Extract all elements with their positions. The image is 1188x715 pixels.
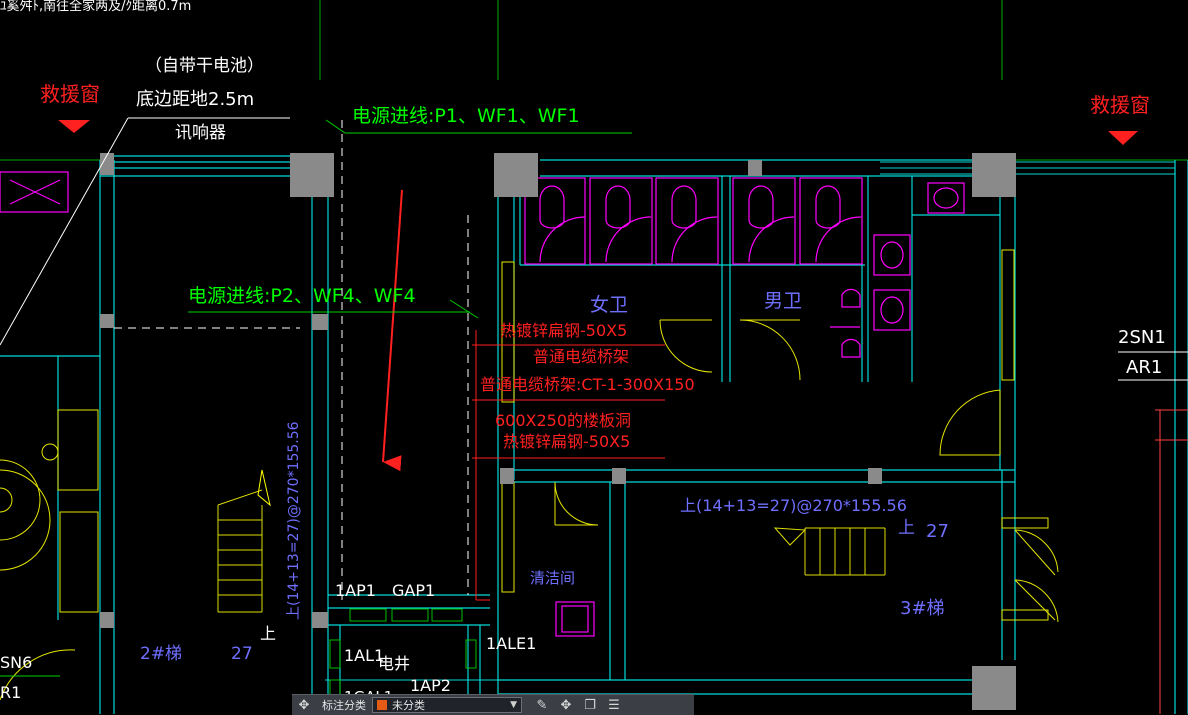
category-selected-value: 未分类 (392, 699, 425, 712)
window-bands (325, 161, 1175, 681)
power-line-1-text: 电源进线:P1、WF1、WF1 (352, 105, 580, 127)
rescue-window-marker-right (1108, 131, 1138, 145)
rescue-window-right-text: 救援窗 (1090, 93, 1150, 117)
flat-steel-2-text: 热镀锌扁钢-50X5 (503, 432, 631, 451)
copy-icon[interactable]: ❐ (578, 695, 602, 715)
category-color-swatch (377, 700, 387, 710)
left-panel-box (9, 179, 61, 205)
toilet-fixtures (0, 171, 965, 637)
chevron-down-icon: ▼ (510, 700, 517, 710)
floor-hole-text: 600X250的楼板洞 (495, 411, 632, 430)
top-cut-text: ﾕ奚舛ﾄ,南往全家两及/ｸ距离0.7m (0, 0, 192, 14)
stair-3-shang-text: 上 (898, 518, 915, 538)
tool-settings-icon[interactable]: ✥ (292, 695, 316, 715)
panel-1ap1-text: 1AP1 (335, 581, 376, 600)
edit-pencil-icon[interactable]: ✎ (530, 695, 554, 715)
self-battery-text: （自带干电池） (145, 56, 264, 76)
panel-ar1-right-text: AR1 (1126, 357, 1163, 378)
leader-lines (0, 119, 632, 677)
panel-sn6-text: SN6 (0, 653, 33, 672)
right-edge-detail (1155, 409, 1188, 714)
annotation-toolbar: ✥ 标注分类 未分类 ▼ ✎ ✥ ❐ ☰ (292, 694, 694, 715)
bottom-height-text: 底边距地2.5m (136, 89, 255, 110)
cable-tray-spec-text: 普通电缆桥架:CT-1-300X150 (480, 375, 695, 394)
women-wc-label: 女卫 (590, 294, 629, 316)
panel-r1-left-text: R1 (0, 683, 22, 702)
stair-3-up-text: 上(14+13=27)@270*155.56 (680, 496, 907, 515)
panel-2sn1-text: 2SN1 (1118, 327, 1166, 348)
rescue-window-marker-left (58, 120, 90, 133)
move-icon[interactable]: ✥ (554, 695, 578, 715)
stair-2-up-text: 上(14+13=27)@270*155.56 (286, 421, 302, 620)
stair-2-count-text: 27 (231, 644, 253, 664)
stair-2-treads (217, 469, 271, 613)
cable-routing (472, 330, 665, 601)
panel-gap1-text: GAP1 (392, 581, 436, 600)
annotation-category-label: 标注分类 (322, 699, 366, 712)
panel-1ale1-text: 1ALE1 (486, 634, 537, 653)
stair-3-count-text: 27 (926, 521, 949, 542)
men-wc-label: 男卫 (764, 290, 803, 312)
cable-tray-text: 普通电缆桥架 (533, 347, 630, 366)
stair-2-name-text: 2#梯 (140, 644, 183, 664)
stair-3-name-text: 3#梯 (900, 598, 945, 619)
cleaning-room-text: 清洁间 (530, 569, 576, 587)
stair-3-treads (773, 527, 886, 576)
flat-steel-1-text: 热镀锌扁钢-50X5 (500, 321, 628, 340)
panel-1ap2-text: 1AP2 (410, 676, 451, 695)
buzzer-text: 讯响器 (175, 123, 226, 143)
electric-shaft-text: 电井 (378, 654, 411, 673)
rescue-window-left-text: 救援窗 (40, 82, 100, 106)
stair-2-shang-text: 上 (260, 624, 277, 643)
layers-icon[interactable]: ☰ (602, 695, 626, 715)
red-arrow (382, 189, 403, 472)
annotation-category-select[interactable]: 未分类 ▼ (372, 697, 522, 713)
power-line-2-text: 电源进线:P2、WF4、WF4 (188, 285, 416, 307)
